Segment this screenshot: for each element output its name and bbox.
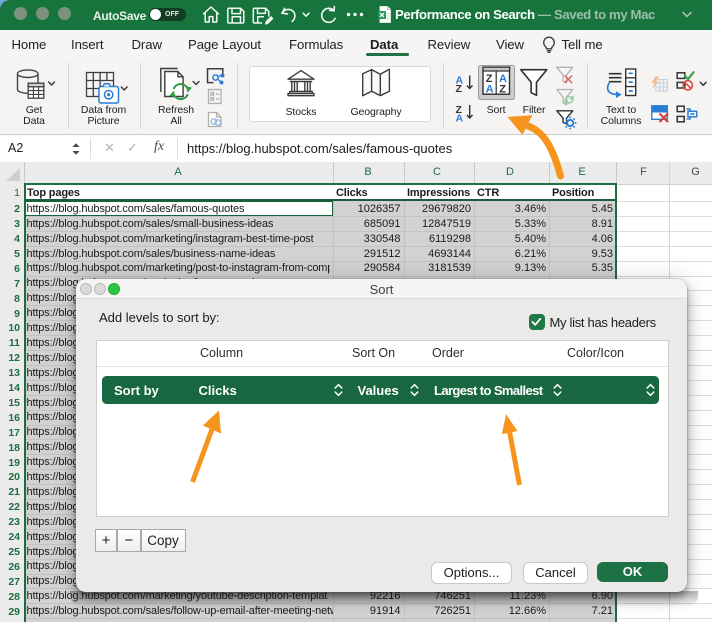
svg-text:Z: Z — [499, 84, 506, 96]
svg-text:A: A — [456, 113, 464, 125]
svg-text:Z: Z — [456, 83, 463, 95]
svg-text:A: A — [486, 84, 494, 96]
